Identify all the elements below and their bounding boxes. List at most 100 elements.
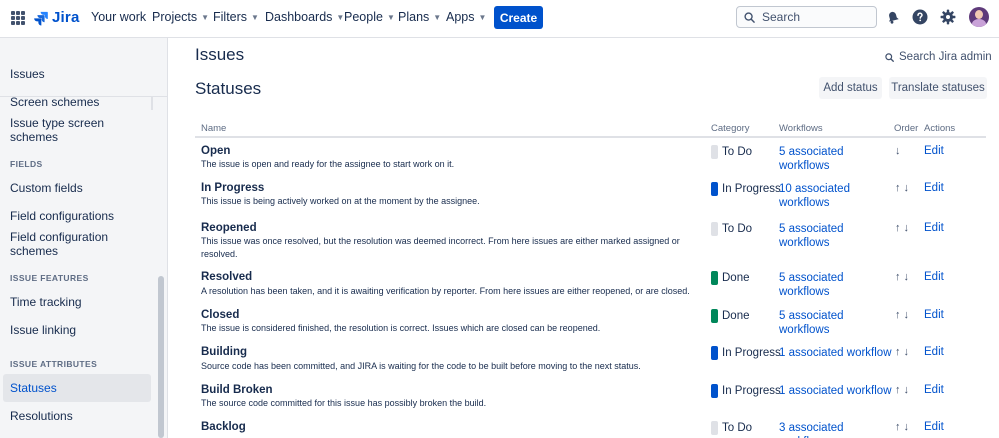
sidebar-item-field-configuration-schemes[interactable]: Field configuration schemes: [3, 230, 151, 258]
search-jira-admin-link[interactable]: Search Jira admin: [885, 51, 992, 63]
column-header-workflows: Workflows: [779, 123, 823, 134]
nav-filters[interactable]: Filters ▼: [213, 10, 259, 24]
edit-link[interactable]: Edit: [924, 145, 944, 157]
status-name: Build Broken: [201, 384, 273, 396]
sidebar-item-label: Issue type screen schemes: [10, 116, 105, 144]
nav-apps-label: Apps: [446, 10, 475, 24]
sidebar-item-screen-schemes[interactable]: Screen schemes: [3, 88, 151, 116]
category-lozenge: [711, 384, 718, 398]
workflows-link[interactable]: 1 associated workflow: [779, 384, 894, 398]
chevron-down-icon: ▼: [433, 12, 442, 22]
order-controls: ↑ ↓: [895, 222, 909, 234]
edit-link[interactable]: Edit: [924, 421, 944, 433]
workflows-link[interactable]: 5 associated workflows: [779, 309, 889, 337]
status-category: In Progress: [711, 384, 781, 398]
arrow-up-icon[interactable]: ↑: [895, 271, 901, 283]
sidebar-item-resolutions[interactable]: Resolutions: [3, 402, 151, 430]
arrow-up-icon[interactable]: ↑: [895, 346, 901, 358]
order-controls: ↑ ↓: [895, 421, 909, 433]
workflows-link[interactable]: 3 associated workflows: [779, 421, 889, 438]
category-lozenge: [711, 182, 718, 196]
section-title: Statuses: [195, 79, 262, 98]
workflows-link[interactable]: 5 associated workflows: [779, 145, 889, 173]
arrow-up-icon[interactable]: ↑: [895, 309, 901, 321]
sidebar-item-time-tracking[interactable]: Time tracking: [3, 288, 151, 316]
arrow-up-icon[interactable]: ↑: [895, 421, 901, 433]
order-controls: ↑ ↓: [895, 346, 909, 358]
arrow-up-icon[interactable]: ↑: [895, 182, 901, 194]
arrow-down-icon[interactable]: ↓: [904, 384, 910, 396]
nav-dashboards[interactable]: Dashboards ▼: [265, 10, 344, 24]
arrow-up-icon[interactable]: ↑: [895, 222, 901, 234]
add-status-button[interactable]: Add status: [819, 77, 882, 99]
nav-apps[interactable]: Apps ▼: [446, 10, 486, 24]
category-lozenge: [711, 145, 718, 159]
status-description: This issue is being actively worked on a…: [201, 196, 480, 206]
chevron-down-icon: ▼: [201, 12, 210, 22]
arrow-down-icon[interactable]: ↓: [904, 421, 910, 433]
workflows-link[interactable]: 5 associated workflows: [779, 271, 889, 299]
edit-link[interactable]: Edit: [924, 182, 944, 194]
edit-link[interactable]: Edit: [924, 384, 944, 396]
sidebar-item-custom-fields[interactable]: Custom fields: [3, 174, 151, 202]
category-lozenge: [711, 309, 718, 323]
edit-link[interactable]: Edit: [924, 346, 944, 358]
status-name: Resolved: [201, 271, 253, 283]
nav-plans[interactable]: Plans ▼: [398, 10, 441, 24]
edit-link[interactable]: Edit: [924, 309, 944, 321]
sidebar-item-label: Statuses: [10, 381, 57, 395]
sidebar-title: Issues: [10, 67, 45, 81]
status-description: This issue was once resolved, but the re…: [201, 236, 680, 259]
jira-logo[interactable]: Jira: [34, 9, 80, 26]
category-lozenge: [711, 346, 718, 360]
translate-statuses-button[interactable]: Translate statuses: [889, 77, 987, 99]
nav-people-label: People: [344, 10, 383, 24]
sidebar-section-fields: FIELDS: [10, 159, 43, 169]
edit-link[interactable]: Edit: [924, 222, 944, 234]
category-label: In Progress: [722, 347, 781, 359]
user-avatar[interactable]: [969, 7, 989, 27]
page-title: Issues: [195, 45, 245, 64]
sidebar: Issues Screen schemes Issue type screen …: [0, 38, 168, 438]
sidebar-item-label: Field configuration schemes: [10, 230, 109, 258]
notifications-bell-icon[interactable]: [885, 9, 901, 25]
search-input[interactable]: [762, 10, 872, 24]
workflows-link[interactable]: 5 associated workflows: [779, 222, 889, 250]
arrow-down-icon[interactable]: ↓: [904, 309, 910, 321]
arrow-up-icon[interactable]: ↑: [895, 384, 901, 396]
arrow-down-icon[interactable]: ↓: [904, 346, 910, 358]
app-switcher-icon[interactable]: [11, 11, 25, 25]
settings-gear-icon[interactable]: [940, 9, 956, 25]
help-icon[interactable]: [912, 9, 928, 25]
sidebar-item-issue-linking[interactable]: Issue linking: [3, 316, 151, 344]
nav-your-work-label: Your work: [91, 10, 147, 24]
sidebar-item-field-configurations[interactable]: Field configurations: [3, 202, 151, 230]
search-field[interactable]: [736, 6, 877, 28]
category-label: To Do: [722, 146, 753, 158]
workflows-link[interactable]: 1 associated workflow: [779, 346, 894, 360]
arrow-down-icon[interactable]: ↓: [895, 145, 901, 157]
order-controls: ↑ ↓: [895, 309, 909, 321]
arrow-down-icon[interactable]: ↓: [904, 271, 910, 283]
workflows-link[interactable]: 10 associated workflows: [779, 182, 859, 210]
status-name: Closed: [201, 309, 240, 321]
category-label: To Do: [722, 223, 753, 235]
sidebar-scrollbar[interactable]: [158, 276, 164, 438]
status-description: The issue is open and ready for the assi…: [201, 159, 455, 169]
arrow-down-icon[interactable]: ↓: [904, 182, 910, 194]
order-controls: ↑ ↓: [895, 384, 909, 396]
edit-link[interactable]: Edit: [924, 271, 944, 283]
status-category: Done: [711, 309, 750, 323]
sidebar-item-issue-type-screen-schemes[interactable]: Issue type screen schemes: [3, 116, 151, 144]
logo-text: Jira: [52, 9, 80, 26]
nav-people[interactable]: People ▼: [344, 10, 395, 24]
nav-your-work[interactable]: Your work: [91, 10, 146, 24]
category-label: In Progress: [722, 183, 781, 195]
chevron-down-icon: ▼: [478, 12, 487, 22]
arrow-down-icon[interactable]: ↓: [904, 222, 910, 234]
sidebar-item-statuses[interactable]: Statuses: [3, 374, 151, 402]
create-button[interactable]: Create: [494, 6, 543, 29]
nav-projects[interactable]: Projects ▼: [152, 10, 209, 24]
search-icon: [885, 52, 894, 62]
category-label: Done: [722, 272, 750, 284]
